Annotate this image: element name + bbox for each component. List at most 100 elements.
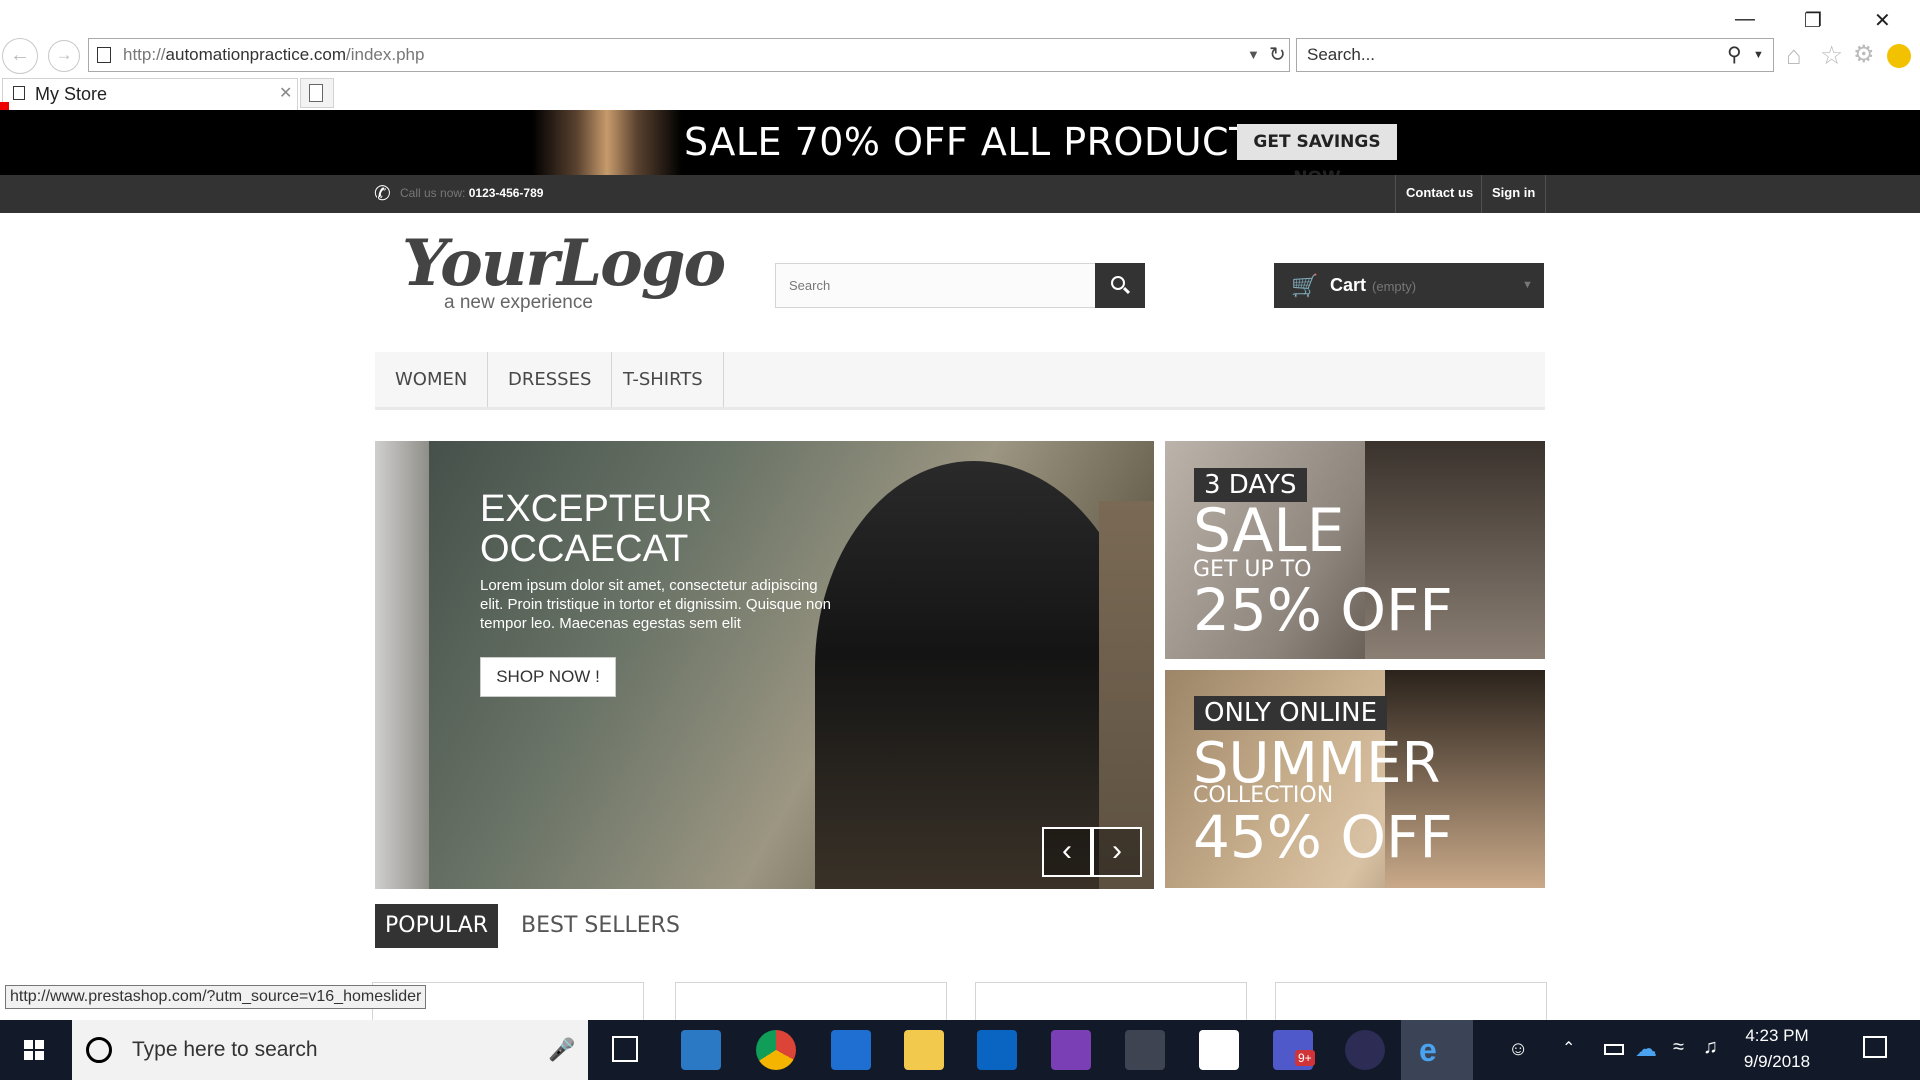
call-label: Call us now: xyxy=(400,186,466,200)
chrome-icon[interactable] xyxy=(756,1030,796,1070)
forward-button[interactable]: → xyxy=(48,40,80,72)
home-slider[interactable]: EXCEPTEUR OCCAECAT Lorem ipsum dolor sit… xyxy=(375,441,1154,889)
get-savings-button[interactable]: GET SAVINGS NOW xyxy=(1237,124,1397,188)
onedrive-icon[interactable]: ☁ xyxy=(1635,1036,1657,1062)
banner1-title: SALE xyxy=(1193,496,1345,566)
close-window-icon[interactable]: ✕ xyxy=(1874,8,1891,33)
previous-slide-sliver xyxy=(375,441,429,889)
menu-item-women[interactable]: WOMEN xyxy=(375,352,489,407)
contact-us-link[interactable]: Contact us xyxy=(1395,175,1483,213)
tab-close-icon[interactable]: ✕ xyxy=(279,79,292,109)
site-search-placeholder: Search xyxy=(789,278,831,293)
sign-in-link[interactable]: Sign in xyxy=(1481,175,1547,213)
cart-state: (empty) xyxy=(1372,279,1417,294)
file-explorer-icon[interactable] xyxy=(904,1030,944,1070)
sticky-notes-icon[interactable] xyxy=(1199,1030,1239,1070)
edge-icon[interactable] xyxy=(831,1030,871,1070)
url-prefix: http:// xyxy=(123,45,166,64)
slider-next-button[interactable]: › xyxy=(1092,827,1142,877)
menu-item-dresses[interactable]: DRESSES xyxy=(488,352,613,407)
shop-now-button[interactable]: SHOP NOW ! xyxy=(480,657,616,697)
banner1-discount: 25% OFF xyxy=(1193,576,1453,644)
eclipse-icon[interactable] xyxy=(1345,1030,1385,1070)
windows-logo-icon xyxy=(24,1040,33,1049)
slider-description: Lorem ipsum dolor sit amet, consectetur … xyxy=(480,577,831,632)
slider-prev-button[interactable]: ‹ xyxy=(1042,827,1092,877)
teams-icon[interactable]: 9+ xyxy=(1273,1030,1315,1070)
settings-gear-icon[interactable]: ⚙ xyxy=(1853,40,1875,69)
favorites-star-icon[interactable]: ☆ xyxy=(1820,40,1843,71)
cart-button[interactable]: 🛒 Cart (empty) ▼ xyxy=(1274,263,1544,308)
promo-model-image xyxy=(532,110,682,175)
site-search-button[interactable] xyxy=(1095,263,1145,308)
product-card[interactable] xyxy=(975,982,1247,1022)
url-path: /index.php xyxy=(346,45,425,64)
banner-3-days-sale[interactable]: 3 DAYS SALE GET UP TO 25% OFF xyxy=(1165,441,1545,659)
banner2-tag: ONLY ONLINE xyxy=(1194,696,1388,730)
cortana-icon xyxy=(86,1037,112,1063)
start-button[interactable] xyxy=(0,1020,70,1080)
tab-favicon-icon xyxy=(13,86,25,100)
windows-taskbar: Type here to search 🎤 9+ e ☺ ⌃ ☁ ≈ ♫ 4:2… xyxy=(0,1020,1920,1080)
tab-best-sellers[interactable]: BEST SELLERS xyxy=(511,904,690,948)
volume-icon[interactable]: ♫ xyxy=(1703,1036,1718,1059)
people-icon[interactable]: ☺ xyxy=(1508,1038,1528,1061)
site-search-input[interactable]: Search xyxy=(775,263,1096,308)
main-menu: WOMEN DRESSES T-SHIRTS xyxy=(375,352,1545,410)
windows-logo-icon xyxy=(35,1040,44,1049)
address-bar[interactable]: http://automationpractice.com/index.php … xyxy=(88,38,1290,72)
action-center-icon[interactable] xyxy=(1863,1036,1887,1058)
promo-banner[interactable]: SALE 70% OFF ALL PRODUCTS GET SAVINGS NO… xyxy=(0,110,1920,188)
show-hidden-icons-icon[interactable]: ⌃ xyxy=(1562,1038,1575,1058)
visual-studio-icon[interactable] xyxy=(1051,1030,1091,1070)
clock-date[interactable]: 9/9/2018 xyxy=(1732,1052,1822,1072)
search-icon[interactable]: ⚲ xyxy=(1727,39,1742,71)
internet-explorer-icon: e xyxy=(1419,1032,1437,1068)
site-logo[interactable]: YourLogo a new experience xyxy=(402,232,726,322)
tab-popular[interactable]: POPULAR xyxy=(375,904,499,948)
taskbar-search-placeholder: Type here to search xyxy=(132,1038,318,1061)
phone-icon: ✆ xyxy=(374,183,391,205)
restore-icon[interactable]: ❐ xyxy=(1804,8,1822,33)
slider-title: EXCEPTEUR OCCAECAT xyxy=(480,489,712,569)
microphone-icon[interactable]: 🎤 xyxy=(548,1020,575,1080)
ie-taskbar-active[interactable]: e xyxy=(1401,1020,1473,1080)
outlook-icon[interactable] xyxy=(977,1030,1017,1070)
vscode-icon[interactable] xyxy=(681,1030,721,1070)
teams-badge: 9+ xyxy=(1295,1050,1315,1066)
battery-icon[interactable] xyxy=(1604,1044,1624,1055)
task-view-icon[interactable] xyxy=(612,1036,638,1062)
minimize-icon[interactable]: — xyxy=(1735,8,1755,31)
product-card[interactable] xyxy=(675,982,947,1022)
new-tab-button[interactable] xyxy=(300,78,334,108)
header-info-bar: ✆ Call us now: 0123-456-789 Contact us S… xyxy=(0,175,1920,213)
taskbar-search-box[interactable]: Type here to search 🎤 xyxy=(72,1020,588,1080)
home-icon[interactable]: ⌂ xyxy=(1786,40,1802,71)
tab-my-store[interactable]: My Store ✕ xyxy=(2,78,298,110)
menu-item-tshirts[interactable]: T-SHIRTS xyxy=(603,352,724,407)
product-card[interactable] xyxy=(1275,982,1547,1022)
feedback-smiley-icon[interactable] xyxy=(1887,44,1911,68)
page-icon xyxy=(97,47,111,63)
browser-chrome: — ❐ ✕ ← → http://automationpractice.com/… xyxy=(0,0,1920,118)
refresh-icon[interactable]: ↻ xyxy=(1269,39,1286,71)
slider-model-image xyxy=(815,461,1145,889)
slider-title-line1: EXCEPTEUR xyxy=(480,488,713,530)
cart-label: Cart xyxy=(1330,275,1367,295)
tab-title: My Store xyxy=(35,84,108,104)
search-dropdown-icon[interactable]: ▼ xyxy=(1753,39,1764,71)
banner-summer-collection[interactable]: ONLY ONLINE SUMMER COLLECTION 45% OFF xyxy=(1165,670,1545,888)
browser-search-placeholder: Search... xyxy=(1307,45,1376,64)
cart-dropdown-icon: ▼ xyxy=(1522,279,1533,291)
call-us-text: Call us now: 0123-456-789 xyxy=(400,186,543,200)
back-button[interactable]: ← xyxy=(2,38,38,74)
clock-time[interactable]: 4:23 PM xyxy=(1732,1026,1822,1046)
url-domain: automationpractice.com xyxy=(165,45,347,64)
magnifier-handle xyxy=(1122,286,1131,295)
browser-search-input[interactable]: Search... ⚲ ▼ xyxy=(1296,38,1774,72)
tools-icon[interactable] xyxy=(1125,1030,1165,1070)
cart-icon: 🛒 xyxy=(1291,273,1319,298)
windows-logo-icon xyxy=(24,1051,33,1060)
wifi-icon[interactable]: ≈ xyxy=(1673,1036,1684,1059)
dropdown-arrow-icon[interactable]: ▼ xyxy=(1247,39,1260,71)
